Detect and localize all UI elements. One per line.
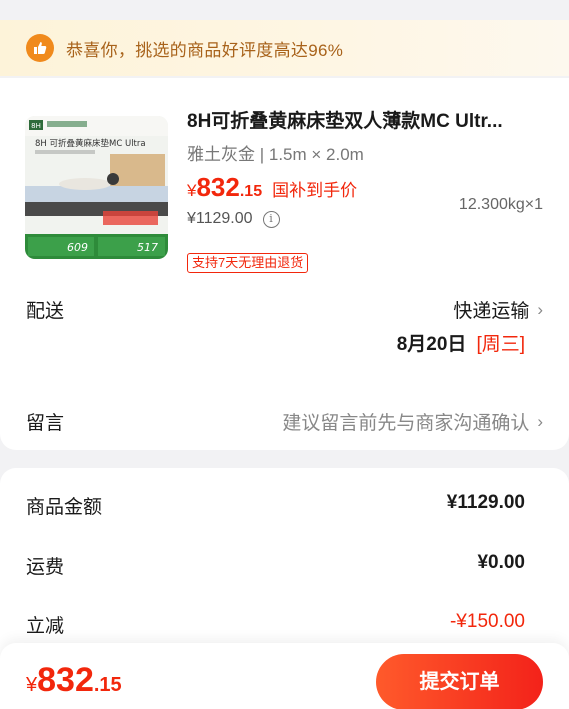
order-item-card: 8H 8H 可折叠黄麻床垫MC Ultra 609 517 8H可折叠黄麻床垫双…: [0, 78, 569, 450]
product-price: ¥ 832 .15 国补到手价: [187, 172, 358, 202]
praise-banner: 恭喜你，挑选的商品好评度高达96%: [0, 20, 569, 76]
message-field[interactable]: 建议留言前先与商家沟通确认 ›: [282, 408, 543, 435]
submit-order-button[interactable]: 提交订单: [376, 654, 543, 709]
delivery-date-text: 8月20日: [396, 334, 467, 355]
delivery-method: 快递运输: [453, 301, 530, 322]
price-tag: 国补到手价: [272, 181, 358, 200]
return-policy-badge: 支持7天无理由退货: [187, 253, 309, 273]
message-label: 留言: [26, 413, 65, 434]
product-thumbnail[interactable]: 8H 8H 可折叠黄麻床垫MC Ultra 609 517: [25, 116, 168, 259]
total-price: ¥ 832 .15: [26, 661, 122, 699]
shipping-value: ¥0.00: [477, 552, 525, 573]
weight-quantity: 12.300kg×1: [458, 196, 543, 213]
banner-text: 恭喜你，挑选的商品好评度高达96%: [66, 40, 344, 60]
chevron-right-icon: ›: [537, 299, 543, 319]
delivery-weekday: [周三]: [476, 334, 525, 355]
subtotal-value: ¥1129.00: [446, 492, 525, 513]
original-price: ¥1129.00: [187, 210, 253, 227]
message-placeholder: 建议留言前先与商家沟通确认: [282, 413, 530, 434]
delivery-label: 配送: [26, 301, 65, 322]
thumb-title: 8H 可折叠黄麻床垫MC Ultra: [35, 138, 146, 149]
chevron-right-icon: ›: [537, 411, 543, 431]
thumbs-up-icon: [26, 34, 54, 62]
product-spec[interactable]: 雅土灰金 | 1.5m × 2.0m: [187, 140, 364, 165]
svg-text:517: 517: [137, 241, 158, 254]
svg-text:609: 609: [67, 241, 88, 254]
original-price-row: ¥1129.00 i: [187, 210, 280, 228]
product-title[interactable]: 8H可折叠黄麻床垫双人薄款MC Ultr...: [187, 106, 557, 133]
subtotal-label: 商品金额: [26, 497, 103, 518]
delivery-date[interactable]: 8月20日 [周三]: [397, 329, 525, 356]
shipping-label: 运费: [26, 557, 65, 578]
info-icon[interactable]: i: [262, 210, 280, 228]
checkout-bar: ¥ 832 .15 提交订单: [0, 643, 569, 709]
delivery-method-selector[interactable]: 快递运输 ›: [453, 296, 543, 323]
discount-label: 立减: [26, 616, 65, 637]
discount-value: -¥150.00: [449, 611, 525, 632]
svg-text:8H: 8H: [31, 122, 41, 130]
